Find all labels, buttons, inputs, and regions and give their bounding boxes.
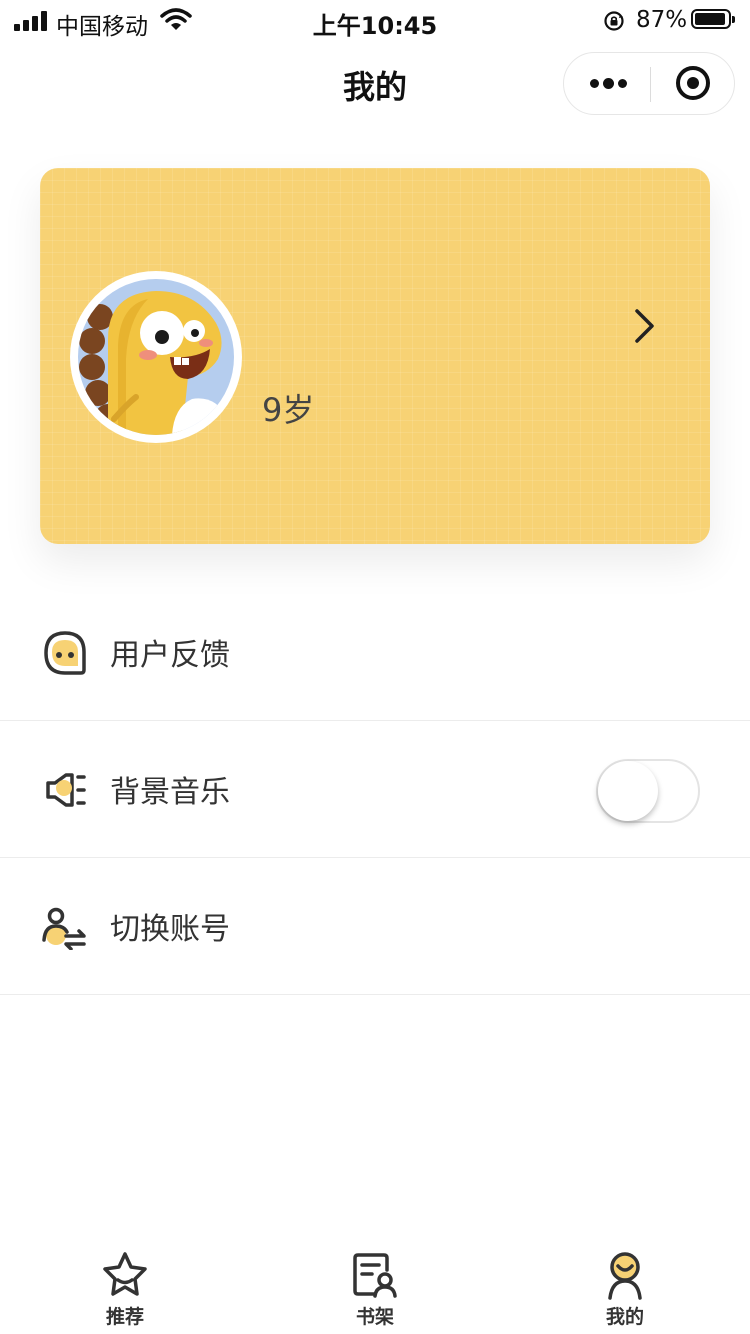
user-icon xyxy=(608,1252,642,1300)
child-age: 9岁 xyxy=(262,391,315,429)
tab-label-mine: 我的 xyxy=(605,1306,644,1328)
tab-mine[interactable]: 我的 xyxy=(500,1234,750,1334)
tab-bar: 推荐 书架 我的 xyxy=(0,1234,750,1334)
chevron-right-icon[interactable] xyxy=(630,308,660,344)
speaker-icon xyxy=(46,773,86,807)
miniprogram-capsule xyxy=(563,52,735,115)
close-miniprogram-button[interactable] xyxy=(651,53,735,114)
profile-card[interactable]: 9岁 xyxy=(40,168,710,544)
menu-item-background-music: 背景音乐 xyxy=(0,721,750,858)
toggle-knob xyxy=(598,761,658,821)
feedback-icon xyxy=(44,631,86,675)
status-bar: 中国移动 上午10:45 87% xyxy=(0,0,750,42)
dinosaur-avatar-icon xyxy=(78,279,234,435)
target-icon xyxy=(676,66,710,100)
avatar[interactable] xyxy=(70,271,242,443)
more-button[interactable] xyxy=(564,53,650,114)
tab-label-recommend: 推荐 xyxy=(105,1306,144,1328)
menu-label-background-music: 背景音乐 xyxy=(110,775,230,810)
menu-item-feedback[interactable]: 用户反馈 xyxy=(0,584,750,721)
battery-icon xyxy=(691,9,735,29)
tab-bookshelf[interactable]: 书架 xyxy=(250,1234,500,1334)
rotation-lock-icon xyxy=(604,11,624,31)
background-music-toggle[interactable] xyxy=(596,759,700,823)
bookshelf-icon xyxy=(353,1253,397,1298)
star-icon xyxy=(103,1252,147,1296)
switch-account-icon xyxy=(42,907,86,950)
menu-label-switch-account: 切换账号 xyxy=(110,912,230,947)
menu-label-feedback: 用户反馈 xyxy=(110,638,230,673)
battery-percent: 87% xyxy=(636,7,688,33)
menu-item-switch-account[interactable]: 切换账号 xyxy=(0,858,750,995)
tab-recommend[interactable]: 推荐 xyxy=(0,1234,250,1334)
tab-label-bookshelf: 书架 xyxy=(355,1306,394,1328)
